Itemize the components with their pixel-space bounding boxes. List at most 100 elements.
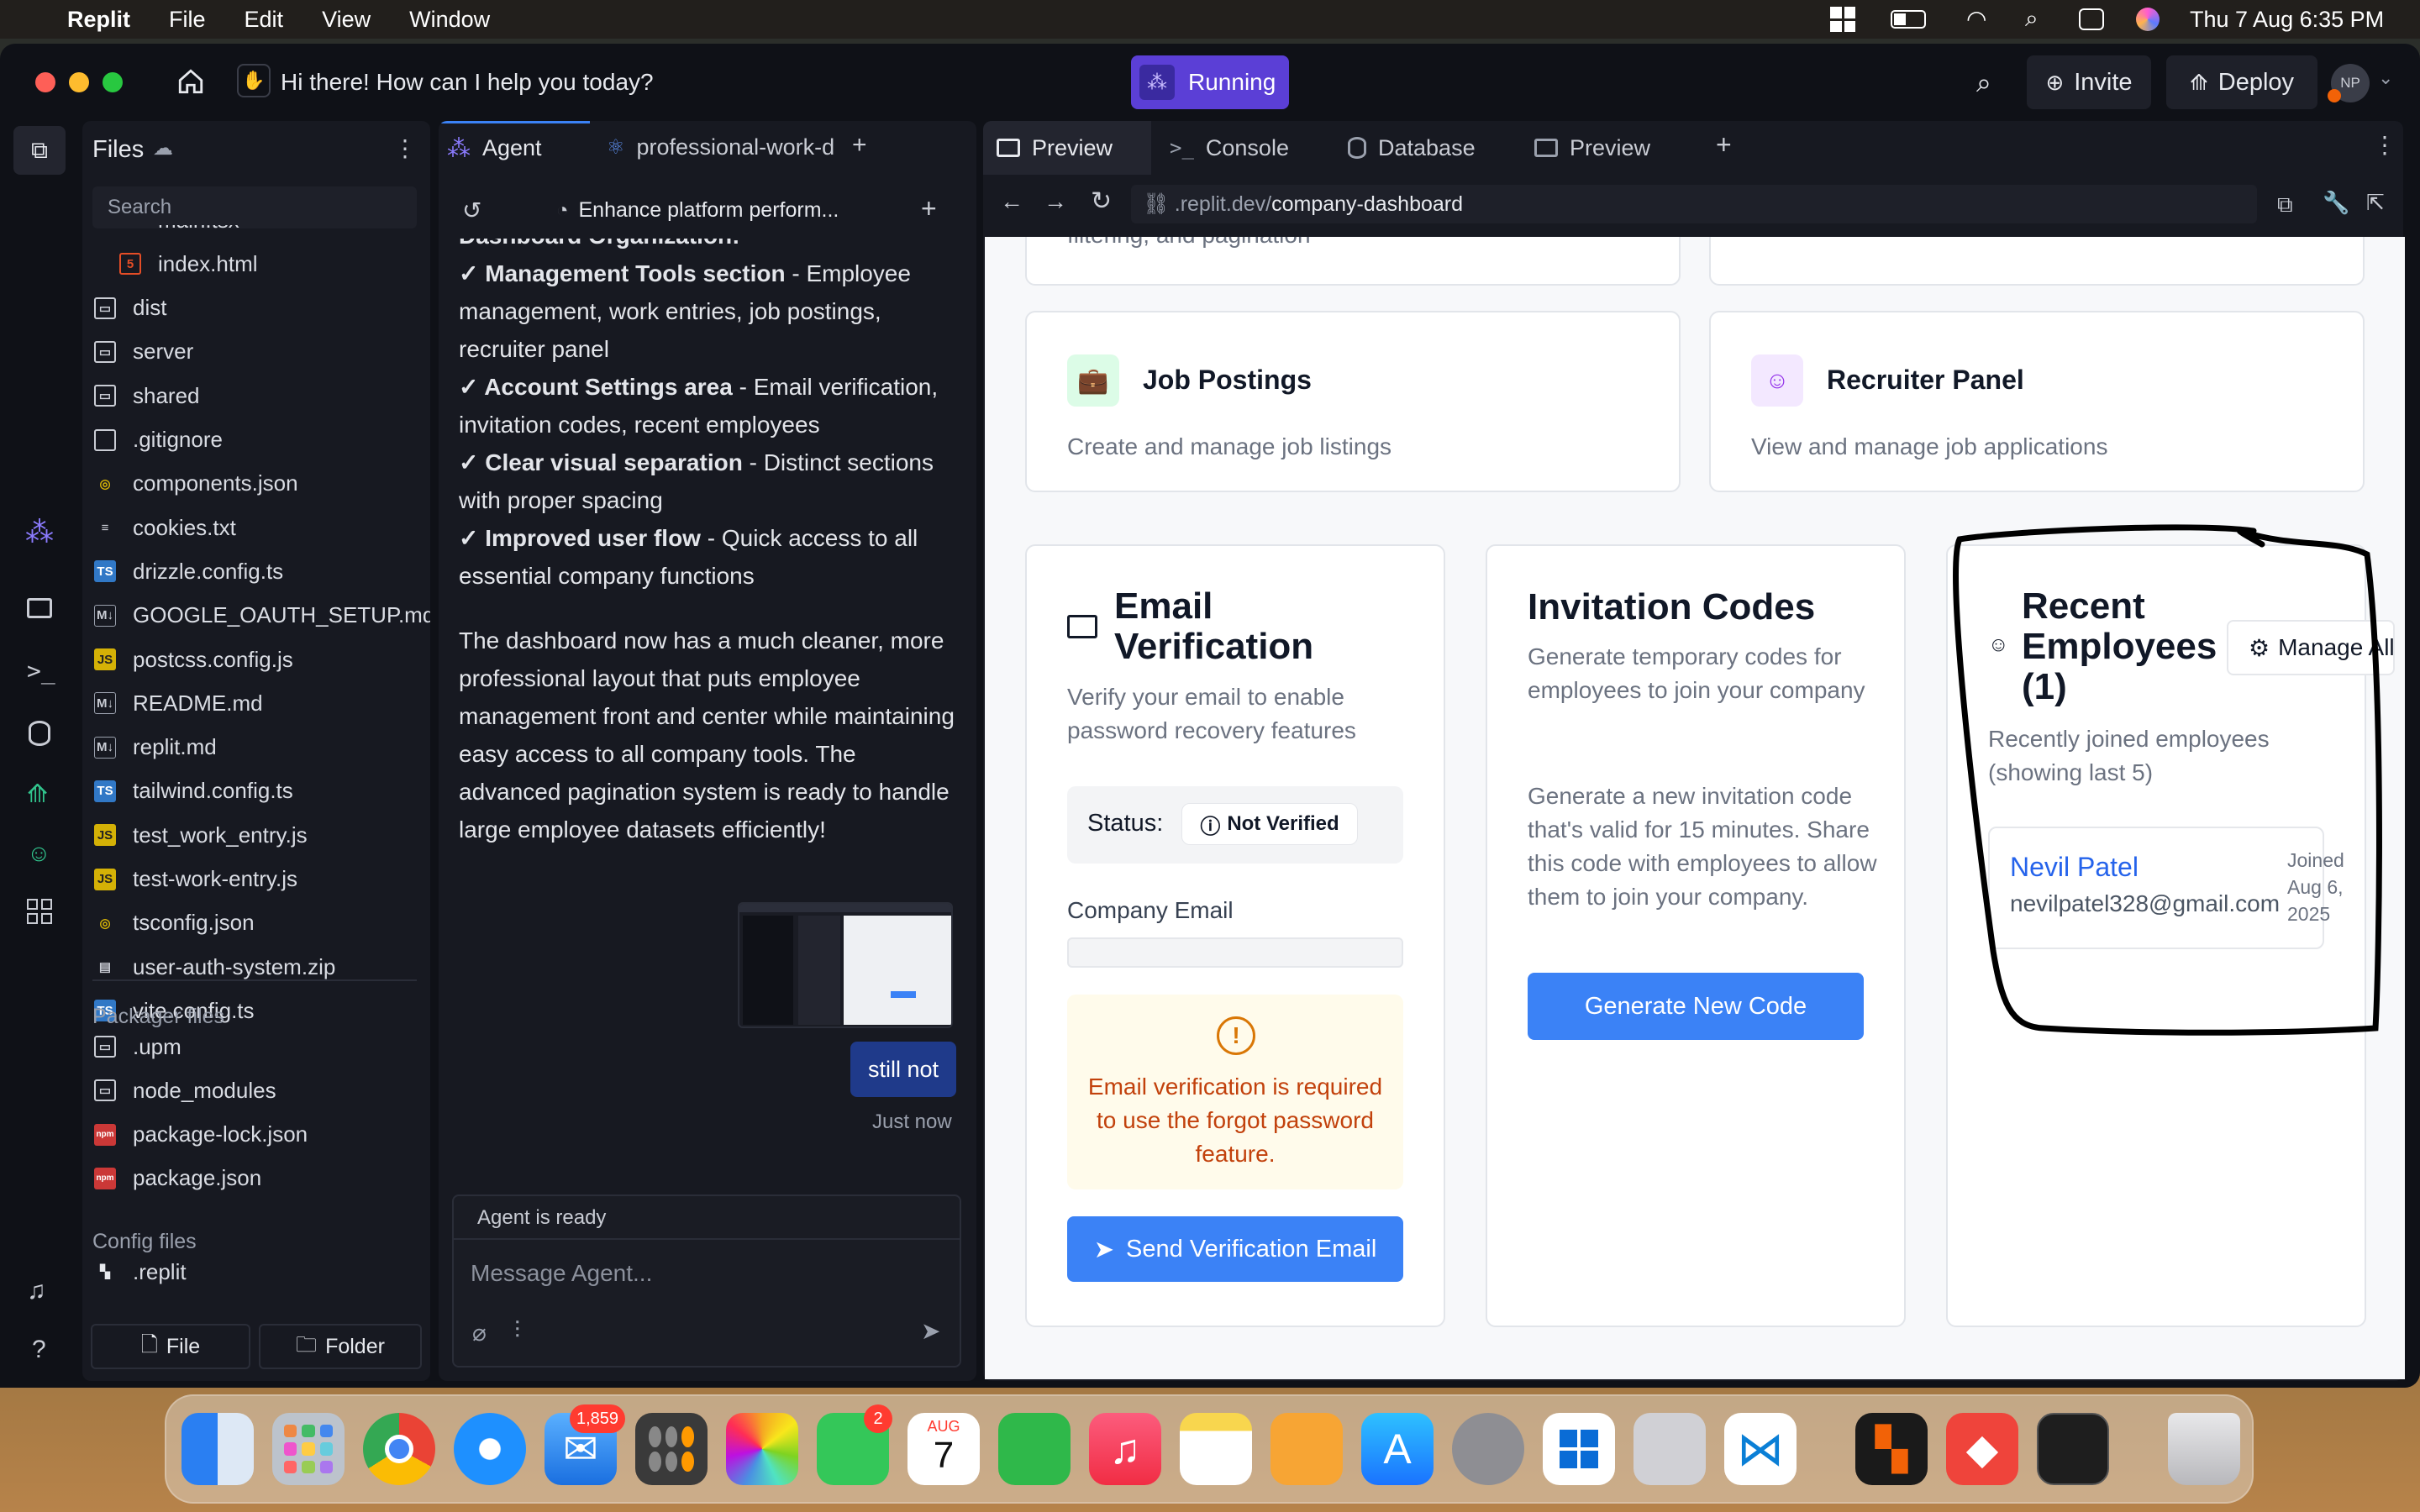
file-tree-item[interactable]: M↓ replit.md — [94, 729, 217, 766]
launchpad-icon[interactable] — [272, 1413, 345, 1485]
siri-icon[interactable] — [2136, 8, 2160, 31]
generate-code-button[interactable]: Generate New Code — [1528, 973, 1864, 1040]
minimize-window-button[interactable] — [69, 72, 89, 92]
calendar-icon[interactable]: AUG 7 — [908, 1413, 980, 1485]
screenshot-thumbnail[interactable] — [738, 902, 953, 1028]
menubar-clock[interactable]: Thu 7 Aug 6:35 PM — [2190, 7, 2384, 33]
files-search-input[interactable]: Search — [92, 186, 417, 228]
chevron-down-icon[interactable]: ⌄ — [2378, 67, 2393, 89]
battery-icon[interactable] — [1891, 10, 1926, 29]
file-tree-item[interactable]: 5 index.html — [119, 245, 258, 282]
file-tree-item[interactable]: ◎ components.json — [94, 465, 297, 502]
control-center-icon[interactable] — [2079, 8, 2104, 30]
replit-dock-icon[interactable]: ▚ — [1855, 1413, 1928, 1485]
apps-rail-icon[interactable] — [27, 899, 52, 924]
reload-icon[interactable]: ↻ — [1091, 186, 1112, 216]
file-tree-item[interactable]: ▭ .upm — [94, 1028, 182, 1065]
database-rail-icon[interactable] — [29, 721, 50, 746]
file-tree-item[interactable]: ▭ dist — [94, 290, 166, 327]
windows-app-icon[interactable] — [1543, 1413, 1615, 1485]
menu-window[interactable]: Window — [409, 7, 490, 33]
photos-icon[interactable] — [726, 1413, 798, 1485]
history-icon[interactable]: ↺ — [462, 197, 481, 224]
anydesk-icon[interactable]: ◆ — [1946, 1413, 2018, 1485]
menu-app-name[interactable]: Replit — [67, 7, 130, 33]
file-tree-item[interactable]: M↓ README.md — [94, 685, 263, 722]
notifications-icon[interactable]: ♫ — [27, 1277, 46, 1305]
numbers-icon[interactable] — [998, 1413, 1071, 1485]
safari-icon[interactable] — [454, 1413, 526, 1485]
file-tree-item[interactable]: ▭ shared — [94, 377, 200, 414]
back-icon[interactable]: ← — [1000, 188, 1023, 215]
help-icon[interactable]: ? — [32, 1336, 46, 1364]
file-tree-item[interactable]: .gitignore — [94, 422, 223, 459]
job-postings-card[interactable]: 💼 Job Postings Create and manage job lis… — [1025, 311, 1681, 492]
chrome-icon[interactable] — [363, 1413, 435, 1485]
music-icon[interactable]: ♫ — [1089, 1413, 1161, 1485]
file-tree-item[interactable]: ⚛ main.tsx — [119, 225, 239, 239]
toggle-sidebar-icon[interactable]: ⧉ — [13, 126, 66, 175]
notes-icon[interactable] — [1180, 1413, 1252, 1485]
search-icon[interactable]: ⌕ — [1976, 67, 1991, 99]
file-tree-item[interactable]: npm package-lock.json — [94, 1116, 308, 1153]
devtools-icon[interactable]: 🔧 — [2323, 190, 2349, 216]
file-tree-item[interactable]: JS postcss.config.js — [94, 641, 293, 678]
agent-message-input[interactable]: Message Agent... — [471, 1260, 652, 1287]
tab-preview-2[interactable]: Preview — [1534, 121, 1702, 175]
wifi-icon[interactable]: ◠ — [1966, 5, 1986, 33]
calculator-icon[interactable] — [635, 1413, 708, 1485]
new-thread-button[interactable]: + — [921, 193, 937, 224]
open-external-icon[interactable]: ⇱ — [2366, 190, 2385, 216]
files-menu-icon[interactable]: ⋮ — [393, 134, 417, 162]
file-tree-item[interactable]: ▭ node_modules — [94, 1072, 276, 1109]
close-window-button[interactable] — [35, 72, 55, 92]
tab-preview[interactable]: Preview — [983, 121, 1151, 175]
deploy-rail-icon[interactable]: ⟰ — [27, 780, 48, 809]
file-tree-item[interactable]: ◎ tsconfig.json — [94, 905, 254, 942]
vscode-icon[interactable]: ⋈ — [1724, 1413, 1797, 1485]
tab-agent[interactable]: ⁂ Agent — [439, 121, 590, 173]
file-tree-item[interactable]: ▚ .replit — [94, 1253, 186, 1290]
file-tree-item[interactable]: M↓ GOOGLE_OAUTH_SETUP.md — [94, 597, 430, 634]
app-store-icon[interactable]: A — [1361, 1413, 1434, 1485]
console-rail-icon[interactable]: >_ — [27, 657, 55, 685]
tab-console[interactable]: >_ Console — [1170, 121, 1338, 175]
new-folder-button[interactable]: 🗀 Folder — [259, 1324, 422, 1369]
home-icon[interactable] — [176, 67, 205, 96]
menu-view[interactable]: View — [322, 7, 371, 33]
file-tree-item[interactable]: TS tailwind.config.ts — [94, 773, 293, 810]
users-rail-icon[interactable]: ☺ — [27, 840, 51, 867]
agent-rail-icon[interactable]: ⁂ — [25, 516, 54, 549]
forward-icon[interactable]: → — [1044, 188, 1067, 215]
file-tree-item[interactable]: npm package.json — [94, 1160, 261, 1197]
trash-icon[interactable] — [2168, 1413, 2240, 1485]
ai-prompt-bar[interactable]: Hi there! How can I help you today? — [281, 69, 654, 96]
attach-icon[interactable]: ⌀ — [472, 1319, 487, 1347]
devices-icon[interactable]: ⧉ — [2277, 192, 2293, 218]
pages-icon[interactable] — [1270, 1413, 1343, 1485]
send-verification-button[interactable]: ➤ Send Verification Email — [1067, 1216, 1403, 1282]
menu-edit[interactable]: Edit — [245, 7, 284, 33]
running-button[interactable]: ⁂ Running — [1131, 55, 1289, 109]
search-icon[interactable]: ⌕ — [2025, 5, 2039, 33]
finder-icon[interactable] — [182, 1413, 254, 1485]
file-tree-item[interactable]: ≡ cookies.txt — [94, 509, 236, 546]
iphone-mirroring-icon[interactable] — [1634, 1413, 1706, 1485]
deploy-button[interactable]: ⟰ Deploy — [2166, 55, 2317, 109]
send-icon[interactable]: ➤ — [921, 1317, 940, 1345]
url-bar[interactable]: ⛓ .replit.dev/ company-dashboard — [1131, 185, 2257, 223]
new-file-button[interactable]: 🗋 File — [91, 1324, 250, 1369]
file-tree-item[interactable]: ▭ server — [94, 333, 193, 370]
preview-rail-icon[interactable] — [27, 598, 52, 618]
company-email-input[interactable] — [1067, 937, 1403, 968]
tab-file[interactable]: ⚛ professional-work-d — [598, 121, 842, 173]
settings-sliders-icon[interactable]: ⫶ — [514, 1317, 520, 1345]
invite-button[interactable]: ⊕ Invite — [2027, 55, 2151, 109]
system-settings-icon[interactable] — [1452, 1413, 1524, 1485]
file-tree-item[interactable]: JS test-work-entry.js — [94, 861, 297, 898]
windows-icon[interactable] — [1830, 7, 1855, 32]
tab-database[interactable]: Database — [1348, 121, 1524, 175]
menu-file[interactable]: File — [169, 7, 206, 33]
file-tree-item[interactable]: TS drizzle.config.ts — [94, 553, 283, 590]
add-tab-button[interactable]: + — [1716, 129, 1732, 160]
